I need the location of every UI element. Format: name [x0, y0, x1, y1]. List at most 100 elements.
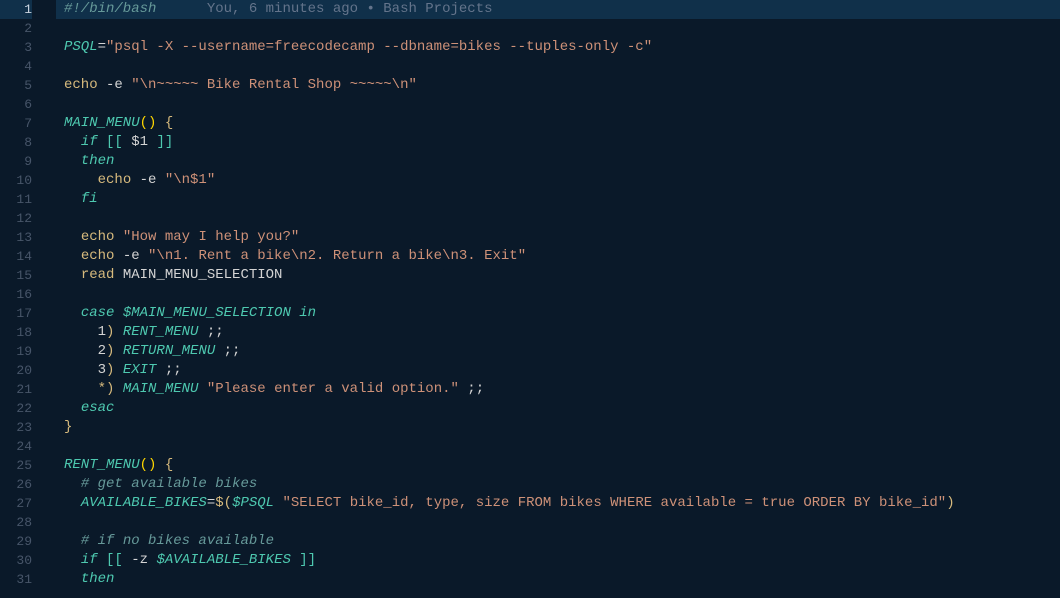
line-number: 25 — [0, 456, 32, 475]
line-number: 15 — [0, 266, 32, 285]
token: $MAIN_MENU_SELECTION — [123, 305, 291, 321]
token: [[ — [106, 552, 123, 568]
code-line[interactable] — [56, 513, 1060, 532]
token — [64, 476, 81, 492]
token — [64, 400, 81, 416]
token: MAIN_MENU_SELECTION — [114, 267, 282, 283]
token: echo — [64, 77, 98, 93]
line-number-gutter: 1234567891011121314151617181920212223242… — [0, 0, 56, 598]
token — [64, 172, 98, 188]
token: = — [98, 39, 106, 55]
token: You, 6 minutes ago • Bash Projects — [207, 1, 493, 17]
code-line[interactable]: echo -e "\n1. Rent a bike\n2. Return a b… — [56, 247, 1060, 266]
code-line[interactable] — [56, 95, 1060, 114]
token — [156, 115, 164, 131]
code-editor[interactable]: 1234567891011121314151617181920212223242… — [0, 0, 1060, 598]
code-line[interactable]: 1) RENT_MENU ;; — [56, 323, 1060, 342]
token: esac — [81, 400, 115, 416]
token: EXIT — [123, 362, 157, 378]
line-number: 4 — [0, 57, 32, 76]
line-number: 20 — [0, 361, 32, 380]
token: -e — [131, 172, 165, 188]
token — [64, 495, 81, 511]
token: then — [81, 571, 115, 587]
code-line[interactable] — [56, 437, 1060, 456]
token: "How may I help you?" — [123, 229, 299, 245]
line-number: 10 — [0, 171, 32, 190]
line-number: 14 — [0, 247, 32, 266]
line-number: 23 — [0, 418, 32, 437]
line-number: 26 — [0, 475, 32, 494]
code-line[interactable]: echo "How may I help you?" — [56, 228, 1060, 247]
code-line[interactable]: PSQL="psql -X --username=freecodecamp --… — [56, 38, 1060, 57]
code-line[interactable] — [56, 19, 1060, 38]
code-line[interactable]: # if no bikes available — [56, 532, 1060, 551]
token: AVAILABLE_BIKES — [81, 495, 207, 511]
token: in — [299, 305, 316, 321]
token: MAIN_MENU — [64, 115, 140, 131]
token: $PSQL — [232, 495, 274, 511]
token — [198, 381, 206, 397]
code-line[interactable]: AVAILABLE_BIKES=$($PSQL "SELECT bike_id,… — [56, 494, 1060, 513]
line-number: 22 — [0, 399, 32, 418]
code-line[interactable] — [56, 57, 1060, 76]
line-number: 27 — [0, 494, 32, 513]
token: echo — [81, 248, 115, 264]
token — [114, 324, 122, 340]
token — [114, 305, 122, 321]
line-number: 16 — [0, 285, 32, 304]
token: ]] — [156, 134, 173, 150]
token: "Please enter a valid option." — [207, 381, 459, 397]
code-line[interactable]: #!/bin/bash You, 6 minutes ago • Bash Pr… — [56, 0, 1060, 19]
token: ;; — [156, 362, 181, 378]
token: } — [64, 419, 72, 435]
token: RENT_MENU — [64, 457, 140, 473]
token: "SELECT bike_id, type, size FROM bikes W… — [282, 495, 946, 511]
code-line[interactable]: echo -e "\n$1" — [56, 171, 1060, 190]
code-line[interactable]: } — [56, 418, 1060, 437]
code-line[interactable]: fi — [56, 190, 1060, 209]
line-number: 18 — [0, 323, 32, 342]
token: $1 — [123, 134, 157, 150]
line-number: 12 — [0, 209, 32, 228]
token: 2 — [64, 343, 106, 359]
token: # if no bikes available — [81, 533, 274, 549]
token — [114, 362, 122, 378]
code-line[interactable]: MAIN_MENU() { — [56, 114, 1060, 133]
token: ) — [946, 495, 954, 511]
code-line[interactable]: 3) EXIT ;; — [56, 361, 1060, 380]
code-line[interactable]: 2) RETURN_MENU ;; — [56, 342, 1060, 361]
code-line[interactable]: then — [56, 152, 1060, 171]
token: "psql -X --username=freecodecamp --dbnam… — [106, 39, 652, 55]
token: if — [81, 552, 98, 568]
code-line[interactable]: then — [56, 570, 1060, 589]
code-line[interactable]: case $MAIN_MENU_SELECTION in — [56, 304, 1060, 323]
code-line[interactable]: # get available bikes — [56, 475, 1060, 494]
code-line[interactable]: echo -e "\n~~~~~ Bike Rental Shop ~~~~~\… — [56, 76, 1060, 95]
token — [64, 552, 81, 568]
token — [114, 381, 122, 397]
code-area[interactable]: #!/bin/bash You, 6 minutes ago • Bash Pr… — [56, 0, 1060, 598]
token — [291, 305, 299, 321]
line-number: 9 — [0, 152, 32, 171]
line-number: 24 — [0, 437, 32, 456]
token: "\n~~~~~ Bike Rental Shop ~~~~~\n" — [131, 77, 417, 93]
code-line[interactable] — [56, 209, 1060, 228]
code-line[interactable]: if [[ -z $AVAILABLE_BIKES ]] — [56, 551, 1060, 570]
token: MAIN_MENU — [123, 381, 199, 397]
code-line[interactable]: if [[ $1 ]] — [56, 133, 1060, 152]
line-number: 5 — [0, 76, 32, 95]
code-line[interactable]: RENT_MENU() { — [56, 456, 1060, 475]
token: ;; — [459, 381, 484, 397]
code-line[interactable]: *) MAIN_MENU "Please enter a valid optio… — [56, 380, 1060, 399]
line-number: 8 — [0, 133, 32, 152]
token: 3 — [64, 362, 106, 378]
code-line[interactable]: read MAIN_MENU_SELECTION — [56, 266, 1060, 285]
line-number: 28 — [0, 513, 32, 532]
token — [64, 305, 81, 321]
code-line[interactable] — [56, 285, 1060, 304]
code-line[interactable]: esac — [56, 399, 1060, 418]
token: ;; — [198, 324, 223, 340]
token: read — [81, 267, 115, 283]
line-number: 7 — [0, 114, 32, 133]
